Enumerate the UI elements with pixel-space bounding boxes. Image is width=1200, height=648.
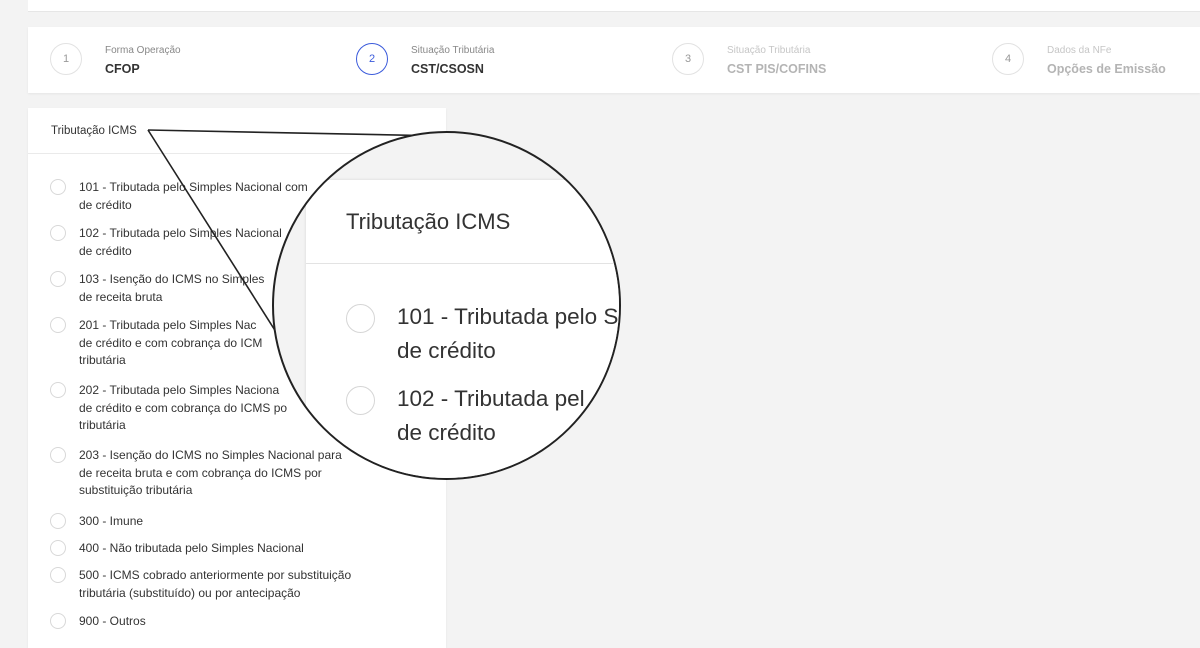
step-title: CST PIS/COFINS [727, 62, 827, 76]
magnifier-callout: Tributação ICMS 101 - Tributada pelo S de… [272, 131, 621, 480]
step-caption: Dados da NFe [1047, 45, 1112, 56]
wizard-stepper: 1 Forma Operação CFOP 2 Situação Tributá… [28, 27, 1200, 93]
top-bar [28, 0, 1200, 12]
magnified-option-text: 101 - Tributada pelo S [397, 304, 619, 329]
magnified-option-text: de crédito [397, 420, 496, 445]
option-text: tributária (substituído) ou por antecipa… [79, 585, 301, 600]
step-caption: Situação Tributária [411, 45, 495, 56]
magnified-card: Tributação ICMS 101 - Tributada pelo S de… [306, 180, 619, 478]
magnified-card-title: Tributação ICMS [306, 180, 619, 264]
magnified-radio [346, 386, 375, 415]
radio-button[interactable] [50, 225, 66, 241]
radio-button[interactable] [50, 271, 66, 287]
radio-button[interactable] [50, 540, 66, 556]
step-number-4: 4 [992, 43, 1024, 75]
radio-button[interactable] [50, 613, 66, 629]
step-number-2: 2 [356, 43, 388, 75]
option-text: 500 - ICMS cobrado anteriormente por sub… [79, 568, 352, 582]
magnified-option-text: de crédito [397, 338, 496, 363]
radio-button[interactable] [50, 179, 66, 195]
step-number-1: 1 [50, 43, 82, 75]
step-title: CFOP [105, 62, 140, 76]
step-title: CST/CSOSN [411, 62, 484, 76]
step-number-3: 3 [672, 43, 704, 75]
radio-button[interactable] [50, 382, 66, 398]
step-caption: Forma Operação [105, 45, 181, 56]
option-text: 900 - Outros [79, 614, 146, 628]
step-caption: Situação Tributária [727, 45, 811, 56]
option-text: 300 - Imune [79, 514, 144, 528]
radio-button[interactable] [50, 317, 66, 333]
option-text: 400 - Não tributada pelo Simples Naciona… [79, 541, 304, 555]
magnified-radio [346, 304, 375, 333]
step-title: Opções de Emissão [1047, 62, 1166, 76]
radio-button[interactable] [50, 567, 66, 583]
radio-button[interactable] [50, 513, 66, 529]
radio-button[interactable] [50, 447, 66, 463]
magnified-option-text: 102 - Tributada pel [397, 386, 585, 411]
option-text: substituição tributária [79, 483, 193, 497]
